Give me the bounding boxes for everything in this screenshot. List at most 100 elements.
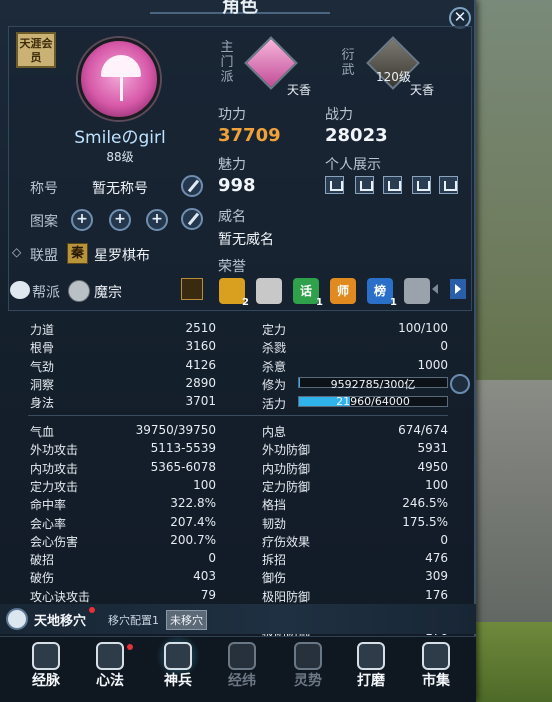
attr-left-value: 2510 (185, 321, 216, 335)
honor-prev-arrow[interactable] (432, 284, 438, 294)
acupoint-yin-yang-icon[interactable] (6, 608, 28, 630)
honor-badge[interactable] (256, 278, 282, 304)
combat-value: 28023 (325, 125, 388, 146)
combat-right-name: 拆招 (262, 553, 287, 568)
attr-left-value: 3160 (185, 339, 216, 354)
cultivation-label: 修为 (262, 378, 287, 392)
add-pattern-icon-2[interactable]: + (109, 209, 131, 231)
combat-right-value: 100 (425, 477, 448, 492)
combat-left-name: 气血 (30, 425, 55, 439)
bell-icon[interactable] (439, 176, 458, 194)
honor-badge[interactable]: 师 (330, 278, 356, 304)
character-name: Smileのgirl (74, 128, 166, 148)
honor-scroll-icon[interactable] (181, 278, 203, 300)
combat-right-name: 定力防御 (262, 479, 311, 494)
acupoint-notify-dot (89, 607, 95, 613)
attr-right-row: 杀意 1000 (262, 358, 448, 376)
combat-left-row: 破招 0 (30, 551, 216, 569)
combat-right-row: 外功防御 5931 (262, 441, 448, 459)
acupoint-config[interactable]: 移穴配置1 (108, 612, 159, 628)
nav-icon (164, 642, 192, 670)
nav-item[interactable]: 经脉 (18, 640, 74, 698)
combat-right-value: 476 (425, 551, 448, 566)
combat-left-row: 会心率 207.4% (30, 515, 216, 533)
edit-title-icon[interactable] (181, 175, 203, 197)
honor-badge-count: 1 (390, 297, 397, 308)
combat-right-row: 极阳防御 176 (262, 588, 448, 606)
nav-label: 市集 (422, 673, 450, 689)
attr-left-row: 身法 3701 (30, 394, 216, 412)
heart-method-notify-dot (127, 644, 133, 650)
expand-stats-icon[interactable] (450, 374, 470, 394)
charm-label: 魅力 (218, 157, 246, 173)
nav-icon (228, 642, 256, 670)
combat-right-row: 定力防御 100 (262, 478, 448, 496)
combat-right-row: 内功防御 4950 (262, 460, 448, 478)
acupoint-title[interactable]: 天地移穴 (34, 610, 86, 629)
guild-emblem[interactable] (68, 280, 90, 302)
nav-item[interactable]: 灵势 (280, 640, 336, 698)
charm-value: 998 (218, 175, 256, 196)
attr-right-name: 杀戮 (262, 341, 287, 356)
add-pattern-icon-3[interactable]: + (146, 209, 168, 231)
combat-right-name: 外功防御 (262, 443, 311, 458)
attr-left-name: 身法 (30, 396, 55, 411)
honor-badge[interactable]: 2 (219, 278, 249, 308)
umbrella-handle (120, 75, 123, 101)
horse-icon[interactable] (412, 176, 431, 194)
vip-badge[interactable]: 天涯会员 (16, 32, 56, 68)
main-sect-name: 天香 (287, 83, 312, 97)
nav-item[interactable]: 经纬 (214, 640, 270, 698)
guild-label: 帮派 (32, 285, 60, 301)
alliance-emblem[interactable]: 秦 (67, 243, 88, 264)
main-sect-label: 主门派 (220, 40, 234, 85)
alt-sect-label: 衍武 (341, 48, 355, 78)
combat-left-row: 定力攻击 100 (30, 478, 216, 496)
acupoint-status-tag: 未移穴 (166, 610, 207, 630)
nav-icon (294, 642, 322, 670)
combat-left-row: 会心伤害 200.7% (30, 533, 216, 551)
guild-value: 魔宗 (94, 285, 122, 301)
character-level: 88级 (106, 150, 134, 164)
add-pattern-icon-1[interactable]: + (71, 209, 93, 231)
avatar[interactable] (78, 38, 160, 120)
alt-sect-name: 天香 (410, 83, 435, 97)
honor-badge[interactable] (404, 278, 430, 304)
vitality-text: 21960/64000 (336, 395, 410, 408)
combat-left-value: 39750/39750 (135, 423, 216, 437)
combat-right-name: 疗伤效果 (262, 534, 311, 549)
nav-item[interactable]: 神兵 (150, 636, 206, 698)
combat-left-name: 内功攻击 (30, 461, 79, 476)
attr-right-value: 100/100 (398, 321, 448, 335)
display-label: 个人展示 (325, 157, 381, 173)
nav-icon (357, 642, 385, 670)
combat-right-name: 韧劲 (262, 516, 287, 531)
combat-right-value: 674/674 (398, 423, 448, 437)
attr-left-row: 洞察 2890 (30, 376, 216, 394)
title-value: 暂无称号 (92, 181, 148, 197)
attr-right-name: 定力 (262, 323, 287, 337)
nav-icon (32, 642, 60, 670)
combat-left-row: 命中率 322.8% (30, 496, 216, 514)
nav-label: 神兵 (164, 673, 192, 689)
honor-next-arrow[interactable] (450, 279, 466, 299)
combat-left-row: 破伤 403 (30, 569, 216, 587)
vitality-label: 活力 (262, 397, 287, 411)
combat-left-value: 5365-6078 (150, 459, 216, 474)
honor-badge[interactable]: 话1 (293, 278, 323, 308)
attr-right-row: 定力 100/100 (262, 321, 448, 339)
nav-item[interactable]: 打磨 (343, 640, 399, 698)
edit-pattern-icon[interactable] (181, 208, 203, 230)
combat-label: 战力 (325, 107, 353, 123)
combat-right-value: 0 (440, 532, 448, 547)
building-icon[interactable] (383, 176, 402, 194)
nav-label: 心法 (96, 673, 124, 689)
house-icon[interactable] (355, 176, 374, 194)
attr-left-row: 力道 2510 (30, 321, 216, 339)
combat-left-row: 内功攻击 5365-6078 (30, 460, 216, 478)
id-card-icon[interactable] (325, 176, 344, 194)
attr-left-name: 根骨 (30, 341, 55, 356)
nav-icon (96, 642, 124, 670)
honor-badge[interactable]: 榜1 (367, 278, 397, 308)
nav-item[interactable]: 市集 (408, 640, 464, 698)
